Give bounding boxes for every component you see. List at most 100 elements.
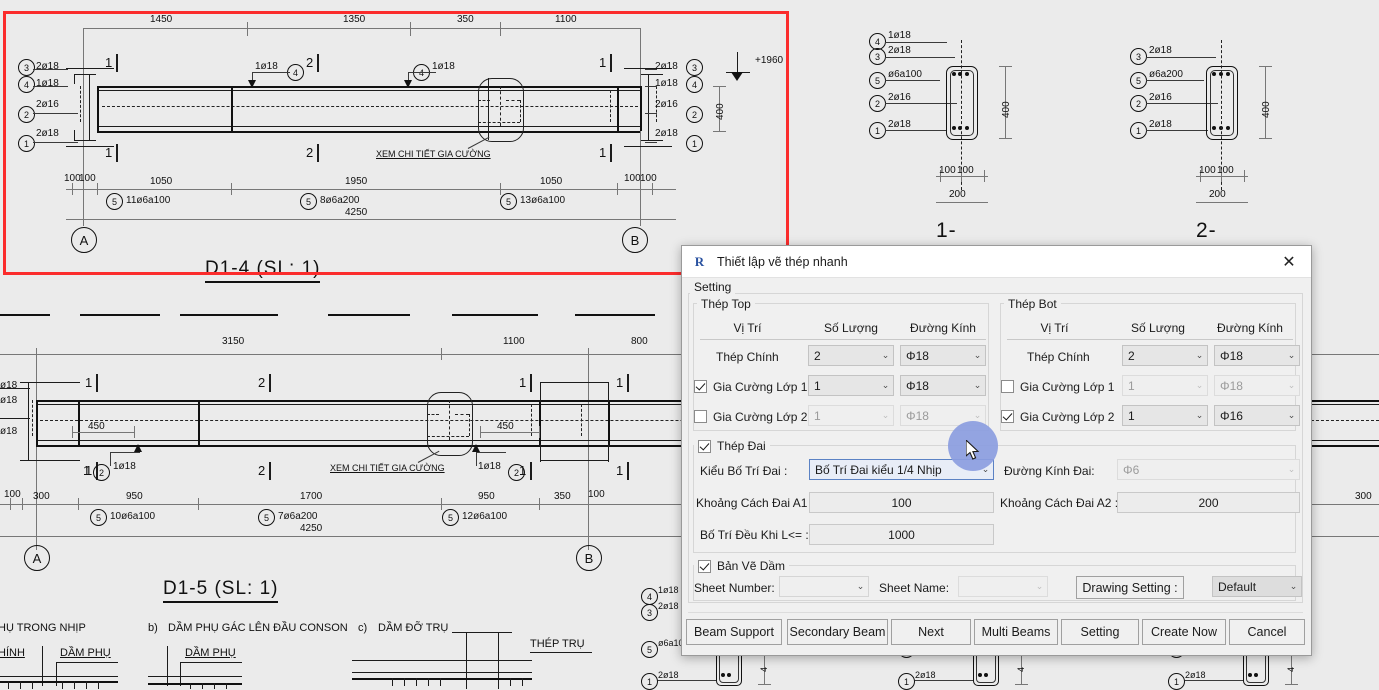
b-inner-450b: 450: [497, 421, 514, 432]
dialog-titlebar[interactable]: R Thiết lập vẽ thép nhanh ✕: [682, 246, 1311, 278]
b-stirrup-bubble-2: 5: [258, 509, 275, 526]
revit-app-icon: R: [694, 253, 705, 269]
b-stirrup-note-1: 10ø6a100: [110, 511, 156, 522]
b-dim-950a: 950: [126, 491, 143, 502]
bar-bubble-1: 1: [18, 135, 35, 152]
b-stirrup-note-2: 7ø6a200: [278, 511, 318, 522]
note-c-sub: THÉP TRỤ: [530, 638, 585, 650]
s2-bubble-5: 5: [1130, 72, 1147, 89]
b-stirrup-note-3: 12ø6a100: [462, 511, 508, 522]
s2-label-2: 2ø16: [1149, 92, 1172, 103]
s2-label-1: 2ø18: [1149, 119, 1172, 130]
bs1-bubble-1: 1: [641, 673, 658, 690]
stirrup-bubble-1: 5: [106, 193, 123, 210]
s2-cover-2: 100: [1217, 165, 1234, 176]
total-dim-top: 4250: [345, 207, 368, 218]
bs3-label-1: 2ø18: [1185, 670, 1206, 680]
bar-bubble-2: 2: [18, 106, 35, 123]
b-mark-1b: 1: [519, 375, 527, 390]
bar-bubble-r1: 1: [686, 135, 703, 152]
bar-bubble-4: 4: [18, 76, 35, 93]
b-mark-1f: 1: [616, 463, 624, 478]
b-left-bar-a: ø18: [0, 380, 18, 391]
b-callout-mark-1: 1: [83, 463, 91, 478]
grid-bubble-a-bot: A: [24, 545, 50, 571]
b-mark-2a: 2: [258, 375, 266, 390]
bar-label-r3: 2ø18: [655, 61, 678, 72]
s1-bubble-1: 1: [869, 122, 886, 139]
section-mark-1c: 1: [105, 145, 113, 160]
b-dim-100a: 100: [4, 489, 21, 500]
bs1-bubble-3: 3: [641, 604, 658, 621]
note-b-sub: DẦM PHỤ: [185, 647, 236, 659]
mid-bar-label-2: 1ø18: [432, 61, 455, 72]
bs1-depth: 4: [759, 666, 769, 672]
s1-label-5: ø6a100: [888, 69, 922, 80]
bs1-bubble-5: 5: [641, 641, 658, 658]
bar-label-r2: 2ø16: [655, 99, 678, 110]
s2-bubble-3: 3: [1130, 48, 1147, 65]
s1-label-1: 2ø18: [888, 119, 911, 130]
dim-top-4: 1100: [555, 14, 577, 25]
dim-bot-100c: 100: [624, 173, 641, 184]
bs2-label-1: 2ø18: [915, 670, 936, 680]
bs3-bubble-1: 1: [1168, 673, 1185, 690]
b-stirrup-bubble-1: 5: [90, 509, 107, 526]
note-b-tag: b): [148, 622, 158, 634]
grid-bubble-b-top: B: [622, 227, 648, 253]
s1-width: 200: [949, 189, 966, 200]
caption-d1-5-text: D1-5 (SL: 1): [163, 578, 279, 599]
dim-b-800: 800: [631, 336, 648, 347]
caption-d1-4: D1-4 (SL: 1): [205, 258, 321, 283]
detail-note-top: XEM CHI TIẾT GIA CƯỜNG: [376, 149, 491, 159]
dim-top-2: 1350: [343, 14, 366, 25]
s1-depth: 400: [1001, 101, 1012, 118]
section-mark-2b: 2: [306, 145, 314, 160]
section-mark-2a: 2: [306, 55, 314, 70]
quick-rebar-dialog: R Thiết lập vẽ thép nhanh ✕: [681, 245, 1312, 656]
stirrup-bubble-3: 5: [500, 193, 517, 210]
b-total-dim: 4250: [300, 523, 323, 534]
b-dim-300b: 300: [1355, 491, 1372, 502]
b-bar-bubble-2a: 2: [93, 464, 110, 481]
bar-label-r4: 1ø18: [655, 78, 678, 89]
s2-width: 200: [1209, 189, 1226, 200]
bs1-bubble-4: 4: [641, 588, 658, 605]
dim-bot-1050b: 1050: [540, 176, 563, 187]
bar-bubble-r3: 3: [686, 59, 703, 76]
bs2-bubble-1: 1: [898, 673, 915, 690]
grid-bubble-b-bot: B: [576, 545, 602, 571]
section-mark-1d: 1: [599, 145, 607, 160]
s1-label-2: 2ø16: [888, 92, 911, 103]
s2-bubble-2: 2: [1130, 95, 1147, 112]
depth-dim-top: 400: [715, 103, 726, 120]
dim-b-3150: 3150: [222, 336, 245, 347]
b-mark-1a: 1: [85, 375, 93, 390]
note-a-sub1: HÍNH: [0, 647, 25, 659]
note-c-text: DẦM ĐỠ TRỤ: [378, 622, 449, 634]
stirrup-note-1: 11ø6a100: [126, 195, 171, 206]
bs1-label-5: ø6a10: [658, 638, 684, 648]
selection-rectangle: [3, 11, 789, 275]
b-left-bar-c: ø18: [0, 426, 18, 437]
dim-bot-1050a: 1050: [150, 176, 173, 187]
b-dim-100b: 100: [588, 489, 605, 500]
close-icon[interactable]: ✕: [1267, 246, 1311, 277]
dim-bot-100b: 100: [79, 173, 96, 184]
bs1-label-3: 2ø18: [658, 601, 679, 611]
note-b-text: DẦM PHỤ GÁC LÊN ĐẦU CONSON: [168, 622, 348, 634]
caption-d1-4-text: D1-4 (SL: 1): [205, 258, 321, 279]
mid-bar-label-1: 1ø18: [255, 61, 278, 72]
bs2-depth: 4: [1016, 666, 1026, 672]
s2-depth: 400: [1261, 101, 1272, 118]
s2-label-5: ø6a200: [1149, 69, 1183, 80]
stirrup-note-2: 8ø6a200: [320, 195, 360, 206]
bs1-label-1: 2ø18: [658, 670, 679, 680]
bar-label-4: 1ø18: [36, 78, 59, 89]
grid-bubble-a-top: A: [71, 227, 97, 253]
dim-top-3: 350: [457, 14, 474, 25]
b-dim-350: 350: [554, 491, 571, 502]
b-dim-300a: 300: [33, 491, 50, 502]
bar-label-2: 2ø16: [36, 99, 59, 110]
dim-bot-100d: 100: [640, 173, 657, 184]
